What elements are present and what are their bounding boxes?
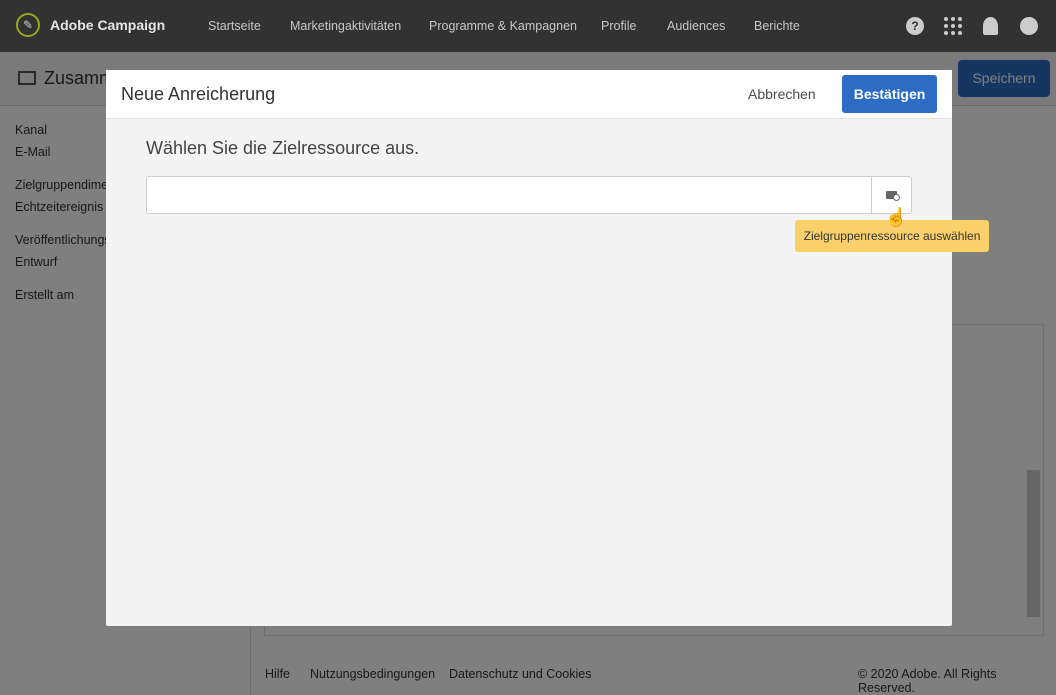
nav-startseite[interactable]: Startseite [208,19,261,33]
dialog-header: Neue Anreicherung Abbrechen Bestätigen [106,70,952,119]
nav-programme-kampagnen[interactable]: Programme & Kampagnen [429,19,577,33]
nav-profile[interactable]: Profile [601,19,636,33]
scrollbar[interactable] [1027,470,1040,617]
confirm-button[interactable]: Bestätigen [842,75,937,113]
nav-audiences[interactable]: Audiences [667,19,725,33]
apps-grid-icon[interactable] [944,17,962,35]
cancel-button[interactable]: Abbrechen [748,86,816,102]
hand-cursor-icon: ☝ [885,207,908,227]
new-enrichment-dialog: Neue Anreicherung Abbrechen Bestätigen W… [106,70,952,626]
target-resource-input[interactable] [146,176,872,214]
brand-name[interactable]: Adobe Campaign [50,17,165,33]
adobe-campaign-logo-icon[interactable]: ✎ [16,13,40,37]
target-resource-prompt: Wählen Sie die Zielressource aus. [146,138,420,158]
dialog-title: Neue Anreicherung [121,84,276,104]
nav-berichte[interactable]: Berichte [754,19,800,33]
avatar[interactable] [1020,17,1038,35]
top-navigation-bar: ✎ Adobe Campaign Startseite Marketingakt… [0,0,1056,52]
help-icon[interactable]: ? [906,17,924,35]
folder-search-icon [886,191,900,201]
nav-marketingaktivitaeten[interactable]: Marketingaktivitäten [290,19,401,33]
bell-icon[interactable] [983,17,998,35]
